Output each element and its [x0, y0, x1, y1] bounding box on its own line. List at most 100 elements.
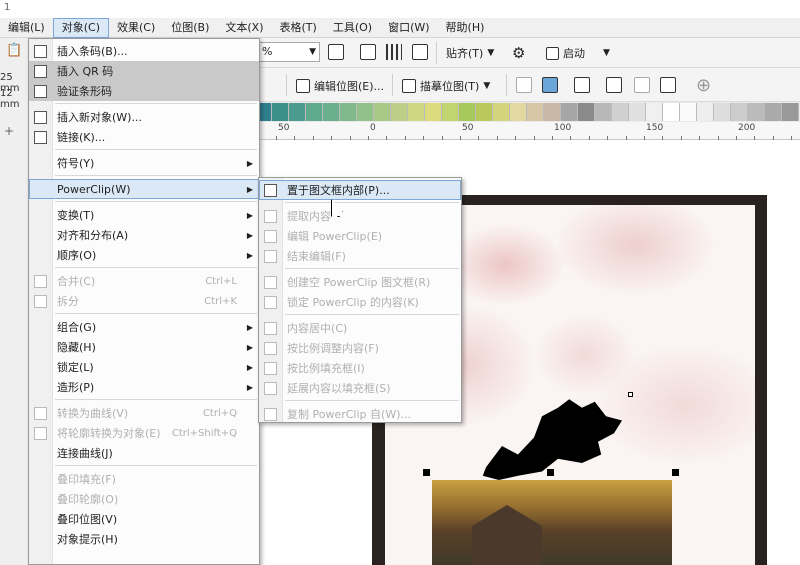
powerclip-submenu: 置于图文框内部(P)... 提取内容 编辑 PowerClip(E) 结束编辑(F) 创… — [258, 177, 462, 423]
menu-item-label: 结束编辑(F) — [287, 250, 346, 263]
selection-handle[interactable] — [672, 469, 679, 476]
rulers-button[interactable] — [360, 44, 376, 60]
color-swatch[interactable] — [442, 103, 459, 121]
color-swatch[interactable] — [612, 103, 629, 121]
menu-tools[interactable]: 工具(O) — [325, 18, 380, 38]
menu-item-label: 转换为曲线(V) — [57, 407, 129, 420]
color-swatch[interactable] — [765, 103, 782, 121]
object-menu-item[interactable]: 对象提示(H) — [29, 529, 259, 549]
bitmap-frame-button[interactable] — [574, 77, 590, 93]
object-menu-item[interactable]: 插入新对象(W)... — [29, 107, 259, 127]
object-menu-item[interactable]: 插入条码(B)... — [29, 41, 259, 61]
edit-bitmap-button[interactable]: 编辑位图(E)... — [296, 78, 384, 94]
object-menu-item[interactable]: 组合(G) ▶ — [29, 317, 259, 337]
color-swatch[interactable] — [629, 103, 646, 121]
color-swatch[interactable] — [680, 103, 697, 121]
menu-effects[interactable]: 效果(C) — [109, 18, 163, 38]
grid-button[interactable] — [386, 44, 402, 60]
object-menu-item[interactable]: 顺序(O) ▶ — [29, 245, 259, 265]
color-swatch[interactable] — [374, 103, 391, 121]
color-swatch[interactable] — [663, 103, 680, 121]
validate-barcode-icon — [33, 84, 47, 98]
guidelines-button[interactable] — [412, 44, 428, 60]
color-swatch[interactable] — [408, 103, 425, 121]
object-menu-item[interactable]: 验证条形码 — [29, 81, 259, 101]
crop-bitmap-button[interactable] — [542, 77, 558, 93]
menu-edit[interactable]: 编辑(L) — [0, 18, 53, 38]
powerclip-menu-item: 延展内容以填充框(S) — [259, 378, 461, 398]
object-menu-item[interactable]: 隐藏(H) ▶ — [29, 337, 259, 357]
trace-bitmap-dropdown[interactable]: 描摹位图(T) ▼ — [402, 78, 490, 94]
color-swatch[interactable] — [527, 103, 544, 121]
object-menu-item[interactable]: 叠印位图(V) — [29, 509, 259, 529]
color-swatch[interactable] — [340, 103, 357, 121]
forest-cabin-photo[interactable] — [432, 480, 672, 565]
object-menu-item[interactable]: 符号(Y) ▶ — [29, 153, 259, 173]
color-swatch[interactable] — [731, 103, 748, 121]
color-swatch[interactable] — [544, 103, 561, 121]
object-menu-item[interactable]: 插入 QR 码 — [29, 61, 259, 81]
color-swatch[interactable] — [493, 103, 510, 121]
menu-icon-slot — [29, 443, 51, 463]
color-swatch[interactable] — [289, 103, 306, 121]
color-swatch[interactable] — [595, 103, 612, 121]
object-menu-item[interactable]: 变换(T) ▶ — [29, 205, 259, 225]
launch-icon — [546, 46, 559, 60]
menu-bitmaps[interactable]: 位图(B) — [163, 18, 217, 38]
color-swatch[interactable] — [714, 103, 731, 121]
color-swatch[interactable] — [646, 103, 663, 121]
color-swatch[interactable] — [697, 103, 714, 121]
resample-button[interactable] — [516, 77, 532, 93]
color-swatch[interactable] — [459, 103, 476, 121]
color-swatch[interactable] — [323, 103, 340, 121]
object-menu-item[interactable]: PowerClip(W) ▶ — [29, 179, 259, 199]
object-menu-item[interactable]: 锁定(L) ▶ — [29, 357, 259, 377]
launch-dropdown[interactable]: 启动 ▼ — [546, 45, 610, 61]
selection-handle[interactable] — [423, 469, 430, 476]
menu-icon-slot — [29, 469, 51, 489]
to-back-button[interactable] — [660, 77, 676, 93]
color-swatch[interactable] — [476, 103, 493, 121]
full-screen-button[interactable] — [328, 44, 344, 60]
menu-table[interactable]: 表格(T) — [272, 18, 325, 38]
menu-divider — [55, 201, 257, 202]
color-swatch[interactable] — [748, 103, 765, 121]
add-button[interactable]: ⊕ — [696, 75, 711, 96]
color-swatch[interactable] — [425, 103, 442, 121]
color-swatch[interactable] — [578, 103, 595, 121]
options-button[interactable]: ⚙ — [512, 44, 525, 62]
wrap-text-button[interactable] — [606, 77, 622, 93]
powerclip-menu-item[interactable]: 置于图文框内部(P)... — [259, 180, 461, 200]
color-swatch[interactable] — [272, 103, 289, 121]
menu-item-label: 按比例调整内容(F) — [287, 342, 379, 355]
menu-item-label: 顺序(O) — [57, 249, 97, 262]
color-swatch[interactable] — [510, 103, 527, 121]
menu-item-label: 置于图文框内部(P)... — [287, 184, 390, 197]
snap-to-dropdown[interactable]: 贴齐(T) ▼ — [446, 45, 494, 61]
to-front-button[interactable] — [634, 77, 650, 93]
selection-handle[interactable] — [628, 392, 633, 397]
plus-circle-icon: ⊕ — [696, 75, 712, 96]
menu-help[interactable]: 帮助(H) — [438, 18, 493, 38]
plus-icon[interactable]: + — [4, 124, 14, 138]
paste-icon[interactable]: 📋 — [6, 43, 22, 58]
menu-divider — [285, 268, 459, 269]
color-swatch[interactable] — [391, 103, 408, 121]
color-swatch[interactable] — [357, 103, 374, 121]
powerclip-icon — [259, 404, 281, 424]
menu-window[interactable]: 窗口(W) — [380, 18, 437, 38]
object-menu-item[interactable]: 链接(K)... — [29, 127, 259, 147]
color-swatch[interactable] — [306, 103, 323, 121]
powerclip-icon — [259, 338, 281, 358]
powerclip-icon — [263, 381, 277, 395]
object-menu-item[interactable]: 造形(P) ▶ — [29, 377, 259, 397]
selection-handle[interactable] — [547, 469, 554, 476]
zoom-combo[interactable]: % ▼ — [258, 42, 320, 62]
menu-object[interactable]: 对象(C) — [52, 17, 109, 38]
powerclip-menu-item: 结束编辑(F) — [259, 246, 461, 266]
menu-text[interactable]: 文本(X) — [217, 18, 271, 38]
object-menu-item[interactable]: 连接曲线(J) — [29, 443, 259, 463]
color-swatch[interactable] — [561, 103, 578, 121]
color-swatch[interactable] — [782, 103, 799, 121]
object-menu-item[interactable]: 对齐和分布(A) ▶ — [29, 225, 259, 245]
